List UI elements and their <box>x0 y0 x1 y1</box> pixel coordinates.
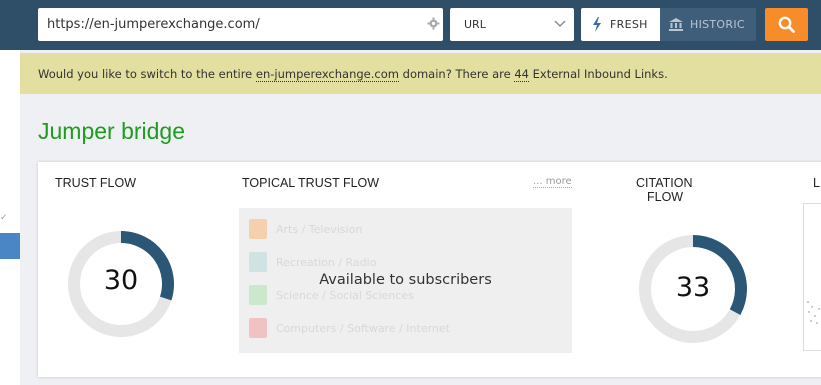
notice-middle: domain? There are <box>398 67 515 81</box>
domain-switch-notice: Would you like to switch to the entire e… <box>20 53 821 94</box>
search-icon <box>778 16 795 33</box>
scatter-preview <box>807 301 820 324</box>
historic-index-button[interactable]: HISTORIC <box>660 8 756 41</box>
trust-flow-label: TRUST FLOW <box>55 176 137 190</box>
topic-swatch <box>249 318 267 338</box>
page-title: Jumper bridge <box>38 118 186 144</box>
external-links-count-link[interactable]: 44 <box>514 67 529 82</box>
citation-flow-label-line1: CITATION <box>636 176 693 190</box>
url-input[interactable] <box>38 8 443 41</box>
sidebar-active-item[interactable] <box>0 233 20 259</box>
topic-name: Arts / Television <box>276 223 363 236</box>
lightning-icon <box>593 17 601 32</box>
subscribers-overlay-text: Available to subscribers <box>319 272 492 288</box>
topic-swatch <box>249 219 267 239</box>
trust-flow-value: 30 <box>103 265 139 296</box>
citation-flow-label-line2: FLOW <box>647 190 684 204</box>
next-metric-panel <box>803 203 821 351</box>
fresh-index-button[interactable]: FRESH <box>581 8 660 41</box>
chevron-icon: ✓ <box>0 213 8 223</box>
topic-swatch <box>249 252 267 272</box>
topic-swatch <box>249 285 267 305</box>
citation-flow-value: 33 <box>675 272 711 303</box>
topic-name: Computers / Software / Internet <box>276 322 450 335</box>
domain-switch-link[interactable]: en-jumperexchange.com <box>255 67 399 82</box>
topical-trust-flow-label: TOPICAL TRUST FLOW <box>242 176 380 190</box>
bank-icon <box>669 18 683 31</box>
notice-suffix: External Inbound Links. <box>528 67 668 81</box>
scope-select-value: URL <box>464 18 486 31</box>
scope-select[interactable]: URL <box>450 8 574 41</box>
search-button[interactable] <box>765 8 808 41</box>
fresh-label: FRESH <box>610 18 648 31</box>
gear-icon[interactable] <box>427 17 440 30</box>
historic-label: HISTORIC <box>690 18 745 31</box>
chevron-down-icon <box>554 20 566 27</box>
topic-name: Science / Social Sciences <box>276 289 414 302</box>
notice-prefix: Would you like to switch to the entire <box>38 67 256 81</box>
cut-off-metric-label: L <box>813 176 820 190</box>
more-topics-link[interactable]: ... more <box>533 176 572 188</box>
topic-name: Recreation / Radio <box>276 256 377 269</box>
